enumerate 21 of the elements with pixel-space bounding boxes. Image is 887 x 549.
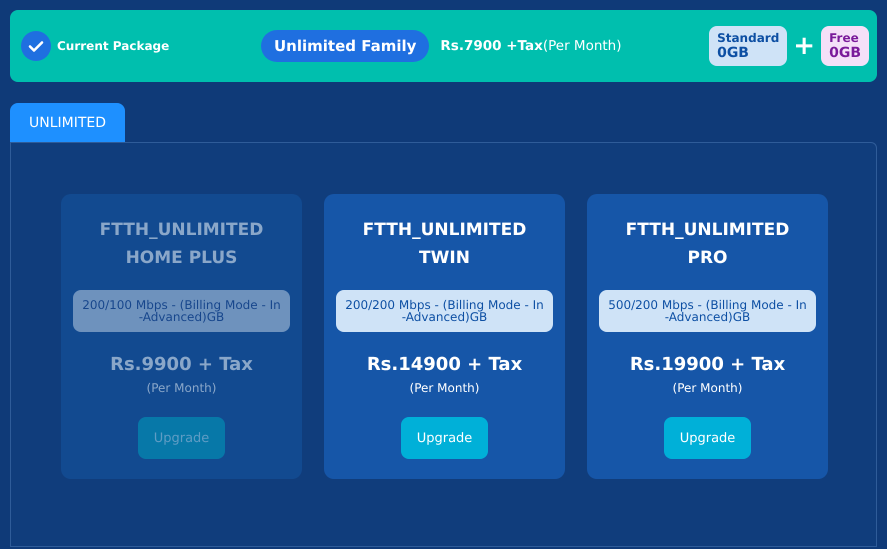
plan-title: FTTH_UNLIMITED HOME PLUS [98,219,264,270]
quota-badge: Standard 0GB [709,26,788,66]
plan-period: (Per Month) [146,381,216,395]
package-name-badge: Unlimited Family [261,30,430,62]
quota-badge: Free 0GB [821,26,869,66]
package-price: Rs.7900 +Tax(Per Month) [440,38,622,54]
plan-price: Rs.9900 + Tax [110,354,253,375]
plan-period: (Per Month) [672,381,742,395]
plan-speed: 200/200 Mbps - (Billing Mode - In -Advanced)GB [336,290,553,332]
upgrade-button[interactable]: Upgrade [401,417,488,459]
plan-speed: 200/100 Mbps - (Billing Mode - In -Advanced)GB [73,290,290,332]
current-package-label: Current Package [57,39,170,53]
plan-speed: 500/200 Mbps - (Billing Mode - In -Advanced)GB [599,290,816,332]
plan-title: FTTH_UNLIMITED TWIN [362,219,528,270]
plan-title: FTTH_UNLIMITED PRO [624,219,790,270]
plan-period: (Per Month) [410,381,480,395]
plan-price: Rs.19900 + Tax [630,354,786,375]
tab[interactable]: UNLIMITED [10,103,126,142]
upgrade-button[interactable]: Upgrade [664,417,751,459]
plan-price: Rs.14900 + Tax [366,354,522,375]
plus-sign: + [793,31,816,61]
